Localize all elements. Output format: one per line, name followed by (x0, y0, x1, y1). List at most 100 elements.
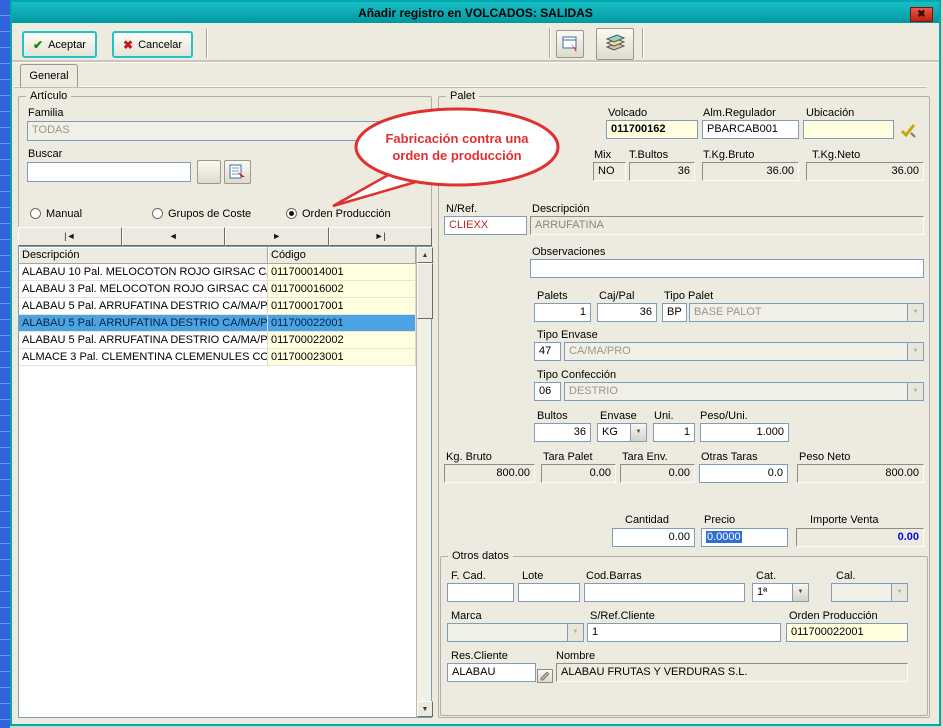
chevron-down-icon[interactable]: ▼ (630, 424, 646, 441)
cell-codigo[interactable]: 011700017001 (268, 298, 416, 315)
cell-codigo[interactable]: 011700016002 (268, 281, 416, 298)
mix-field: NO (593, 162, 626, 181)
nav-last-button[interactable]: ►| (329, 227, 433, 246)
cod-barras-field[interactable] (584, 583, 745, 602)
pencil-check-icon (899, 121, 917, 139)
familia-value: TODAS (32, 124, 70, 136)
ubicacion-edit-button[interactable] (897, 119, 919, 140)
record-navigator: |◄ ◄ ► ►| (18, 227, 432, 246)
arrow-up-icon: ▲ (422, 252, 429, 259)
chevron-down-icon[interactable]: ▼ (907, 343, 923, 360)
res-cliente-field[interactable]: ALABAU (447, 663, 536, 682)
grid-header-codigo[interactable]: Código (268, 247, 416, 264)
res-cliente-edit-button[interactable] (537, 669, 553, 683)
chevron-down-icon[interactable]: ▼ (792, 584, 808, 601)
tipo-envase-combobox[interactable]: CA/MA/PRO ▼ (564, 342, 924, 361)
table-row[interactable]: ALMACE 3 Pal. CLEMENTINA CLEMENULES CON … (19, 349, 416, 366)
chevron-down-icon[interactable]: ▼ (891, 584, 907, 601)
buscar-blank-button[interactable] (197, 160, 221, 184)
precio-field[interactable]: 0.0000 (701, 528, 788, 547)
t-kg-bruto-label: T.Kg.Bruto (703, 149, 754, 161)
alm-regulador-field[interactable]: PBARCAB001 (702, 120, 799, 139)
tab-general[interactable]: General (20, 64, 78, 87)
otras-taras-label: Otras Taras (701, 451, 758, 463)
envase-combobox[interactable]: KG ▼ (597, 423, 647, 442)
scroll-up-button[interactable]: ▲ (417, 247, 433, 263)
tipo-confeccion-code-field[interactable]: 06 (534, 382, 561, 401)
close-button[interactable]: ✖ (910, 7, 933, 22)
titlebar[interactable]: Añadir registro en VOLCADOS: SALIDAS ✖ (12, 2, 939, 23)
cell-codigo[interactable]: 011700022002 (268, 332, 416, 349)
tara-env-field: 0.00 (620, 464, 695, 483)
tipo-envase-code-field[interactable]: 47 (534, 342, 561, 361)
cell-codigo[interactable]: 011700014001 (268, 264, 416, 281)
familia-label: Familia (28, 107, 63, 119)
radio-manual[interactable] (30, 208, 41, 219)
cell-descripcion[interactable]: ALMACE 3 Pal. CLEMENTINA CLEMENULES CON … (19, 349, 268, 366)
cell-descripcion[interactable]: ALABAU 3 Pal. MELOCOTON ROJO GIRSAC CAJA… (19, 281, 268, 298)
callout-text-line2: orden de producción (392, 148, 521, 163)
form-arrow-button[interactable] (556, 30, 584, 58)
radio-manual-label: Manual (46, 208, 82, 220)
cancel-button[interactable]: ✖ Cancelar (112, 31, 193, 58)
marca-label: Marca (451, 610, 482, 622)
scroll-down-button[interactable]: ▼ (417, 701, 433, 717)
chevron-down-icon[interactable]: ▼ (907, 383, 923, 400)
layers-button[interactable] (596, 28, 634, 60)
cal-combobox[interactable]: ▼ (831, 583, 908, 602)
palets-field[interactable]: 1 (534, 303, 591, 322)
ubicacion-field[interactable] (803, 120, 894, 139)
lote-label: Lote (522, 570, 543, 582)
nav-first-button[interactable]: |◄ (18, 227, 122, 246)
table-row-selected[interactable]: ALABAU 5 Pal. ARRUFATINA DESTRIO CA/MA/P… (19, 315, 416, 332)
importe-venta-label: Importe Venta (810, 514, 879, 526)
n-ref-field[interactable]: CLIEXX (444, 216, 527, 235)
lote-field[interactable] (518, 583, 580, 602)
cat-combobox[interactable]: 1ª ▼ (752, 583, 809, 602)
table-row[interactable]: ALABAU 3 Pal. MELOCOTON ROJO GIRSAC CAJA… (19, 281, 416, 298)
ubicacion-label: Ubicación (806, 107, 854, 119)
cell-descripcion[interactable]: ALABAU 5 Pal. ARRUFATINA DESTRIO CA/MA/P… (19, 315, 268, 332)
scroll-thumb[interactable] (417, 263, 433, 319)
vertical-scrollbar[interactable]: ▲ ▼ (416, 247, 431, 717)
peso-uni-field[interactable]: 1.000 (700, 423, 789, 442)
articulo-legend: Artículo (26, 90, 71, 102)
t-kg-neto-label: T.Kg.Neto (812, 149, 860, 161)
f-cad-field[interactable] (447, 583, 514, 602)
cell-descripcion[interactable]: ALABAU 10 Pal. MELOCOTON ROJO GIRSAC CAJ… (19, 264, 268, 281)
pencil-icon (540, 671, 550, 681)
nav-prev-button[interactable]: ◄ (122, 227, 226, 246)
observaciones-field[interactable] (530, 259, 924, 278)
grid-header-descripcion[interactable]: Descripción (19, 247, 268, 264)
table-row[interactable]: ALABAU 5 Pal. ARRUFATINA DESTRIO CA/MA/P… (19, 298, 416, 315)
cell-descripcion[interactable]: ALABAU 5 Pal. ARRUFATINA DESTRIO CA/MA/P… (19, 332, 268, 349)
caj-pal-field[interactable]: 36 (597, 303, 657, 322)
tipo-palet-code-field[interactable]: BP (662, 303, 687, 322)
chevron-down-icon[interactable]: ▼ (567, 624, 583, 641)
otras-taras-field[interactable]: 0.0 (699, 464, 788, 483)
uni-label: Uni. (654, 410, 674, 422)
radio-orden-produccion[interactable] (286, 208, 297, 219)
table-row[interactable]: ALABAU 10 Pal. MELOCOTON ROJO GIRSAC CAJ… (19, 264, 416, 281)
uni-field[interactable]: 1 (653, 423, 695, 442)
marca-combobox[interactable]: ▼ (447, 623, 584, 642)
cantidad-field[interactable]: 0.00 (612, 528, 695, 547)
buscar-lookup-button[interactable] (224, 160, 251, 184)
radio-grupos-coste[interactable] (152, 208, 163, 219)
cell-codigo[interactable]: 011700022001 (268, 315, 416, 332)
volcado-field[interactable]: 011700162 (606, 120, 698, 139)
peso-neto-field: 800.00 (797, 464, 924, 483)
nav-next-button[interactable]: ► (225, 227, 329, 246)
orden-produccion-field[interactable]: 011700022001 (786, 623, 908, 642)
s-ref-cliente-field[interactable]: 1 (587, 623, 781, 642)
tipo-confeccion-combobox[interactable]: DESTRIO ▼ (564, 382, 924, 401)
cell-codigo[interactable]: 011700023001 (268, 349, 416, 366)
table-row[interactable]: ALABAU 5 Pal. ARRUFATINA DESTRIO CA/MA/P… (19, 332, 416, 349)
buscar-input[interactable] (27, 162, 191, 182)
accept-button[interactable]: ✔ Aceptar (22, 31, 97, 58)
chevron-down-icon[interactable]: ▼ (907, 304, 923, 321)
bultos-field[interactable]: 36 (534, 423, 591, 442)
tipo-palet-combobox[interactable]: BASE PALOT ▼ (689, 303, 924, 322)
cell-descripcion[interactable]: ALABAU 5 Pal. ARRUFATINA DESTRIO CA/MA/P… (19, 298, 268, 315)
observaciones-label: Observaciones (532, 246, 605, 258)
